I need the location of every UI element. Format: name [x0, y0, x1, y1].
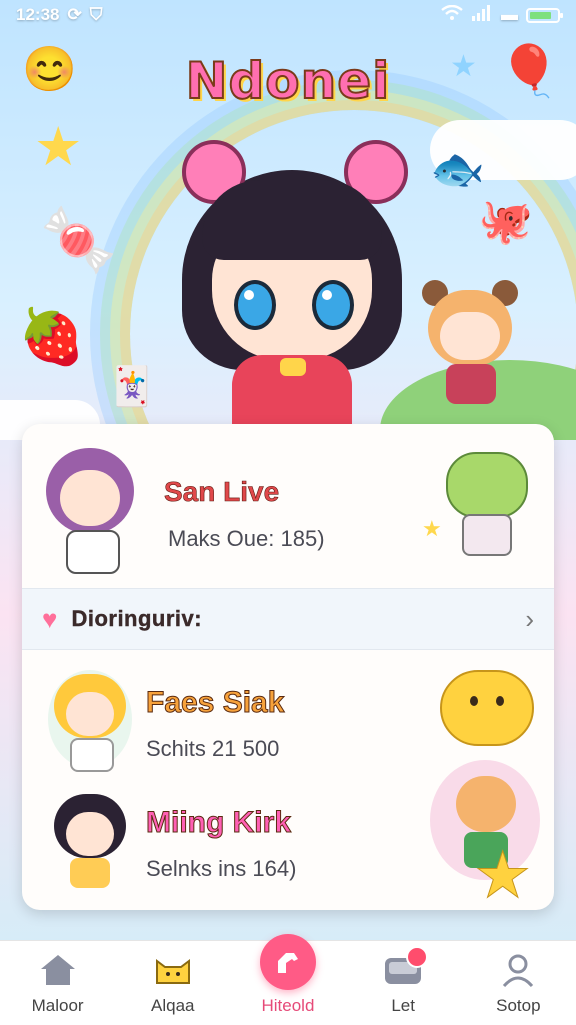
chevron-right-icon[interactable]: › — [525, 604, 534, 635]
jellyfish-sticker-icon: 🐙 — [478, 197, 533, 246]
item-name: Faes Siak — [145, 686, 285, 720]
item-subtitle: Selnks ins 164) — [146, 856, 297, 881]
shield-icon: ⛉ — [89, 5, 103, 24]
signal-icon — [471, 4, 493, 26]
item-avatar — [48, 670, 132, 772]
status-time: 12:38 — [16, 5, 60, 24]
content-card: San Live Maks Oue: 185) ★ ♥ Dioringuriv:… — [22, 424, 554, 910]
home-icon — [36, 950, 80, 990]
nav-label: Hiteold — [261, 996, 315, 1015]
user-icon — [496, 950, 540, 990]
card-sticker-icon: 🃏 — [108, 366, 156, 408]
fish-sticker-icon: 🐟 — [430, 145, 485, 194]
hero-illustration: Ndonei 😊 ★ 🍬 🍓 🎈 🐙 🐟 ★ 🃏 — [0, 30, 576, 440]
nav-item-cat[interactable]: Alqaa — [118, 950, 228, 1016]
featured-name: San Live — [164, 476, 280, 508]
horse-icon — [259, 934, 316, 990]
item-avatar — [48, 790, 132, 888]
battery-icon — [526, 7, 563, 23]
bottom-nav: Maloor Alqaa Hiteold Let Sotop — [0, 934, 576, 1025]
mascot-character — [172, 140, 412, 440]
item-subtitle: Schits 21 500 — [146, 736, 280, 761]
section-header[interactable]: ♥ Dioringuriv: › — [22, 588, 554, 650]
item-name: Miing Kirk — [145, 806, 292, 840]
status-bar: 12:38 ⟳ ⛉ ▬ — [0, 0, 576, 30]
notification-badge — [406, 946, 429, 968]
star-icon: ★ — [422, 516, 442, 541]
frog-mascot-icon — [442, 452, 528, 556]
smiley-blob-icon — [440, 670, 534, 746]
balloon-sticker-icon: 🎈 — [498, 43, 561, 99]
minus-icon: ▬ — [501, 5, 518, 24]
nav-item-home[interactable]: Maloor — [3, 950, 113, 1016]
smiley-sticker-icon: 😊 — [22, 45, 77, 94]
bear-girl-character — [420, 280, 520, 410]
heart-icon: ♥ — [42, 603, 58, 634]
nav-label: Alqaa — [151, 996, 195, 1015]
strawberry-sticker-icon: 🍓 — [18, 307, 86, 367]
nav-item-hiteold[interactable]: Hiteold — [233, 934, 343, 1016]
featured-entry[interactable]: San Live Maks Oue: 185) ★ — [22, 424, 554, 588]
star-sticker-icon: ★ — [34, 117, 83, 177]
app-title: Ndonei — [185, 51, 391, 111]
wifi-icon — [441, 4, 463, 26]
sync-icon: ⟳ — [67, 5, 82, 24]
star-mascot-icon: ★ — [473, 839, 532, 911]
candy-sticker-icon: 🍬 — [40, 206, 118, 275]
featured-avatar — [42, 440, 138, 574]
cat-icon — [151, 950, 195, 990]
section-title: Dioringuriv: — [71, 606, 203, 631]
nav-item-sotop[interactable]: Sotop — [463, 950, 573, 1016]
star-small-icon: ★ — [450, 50, 477, 83]
nav-label: Maloor — [31, 996, 84, 1015]
nav-item-let[interactable]: Let — [348, 946, 458, 1016]
nav-label: Sotop — [496, 996, 541, 1015]
nav-label: Let — [391, 996, 415, 1015]
featured-subtitle: Maks Oue: 185) — [168, 526, 325, 551]
list-item[interactable]: Miing Kirk Selnks ins 164) ★ — [22, 760, 554, 910]
